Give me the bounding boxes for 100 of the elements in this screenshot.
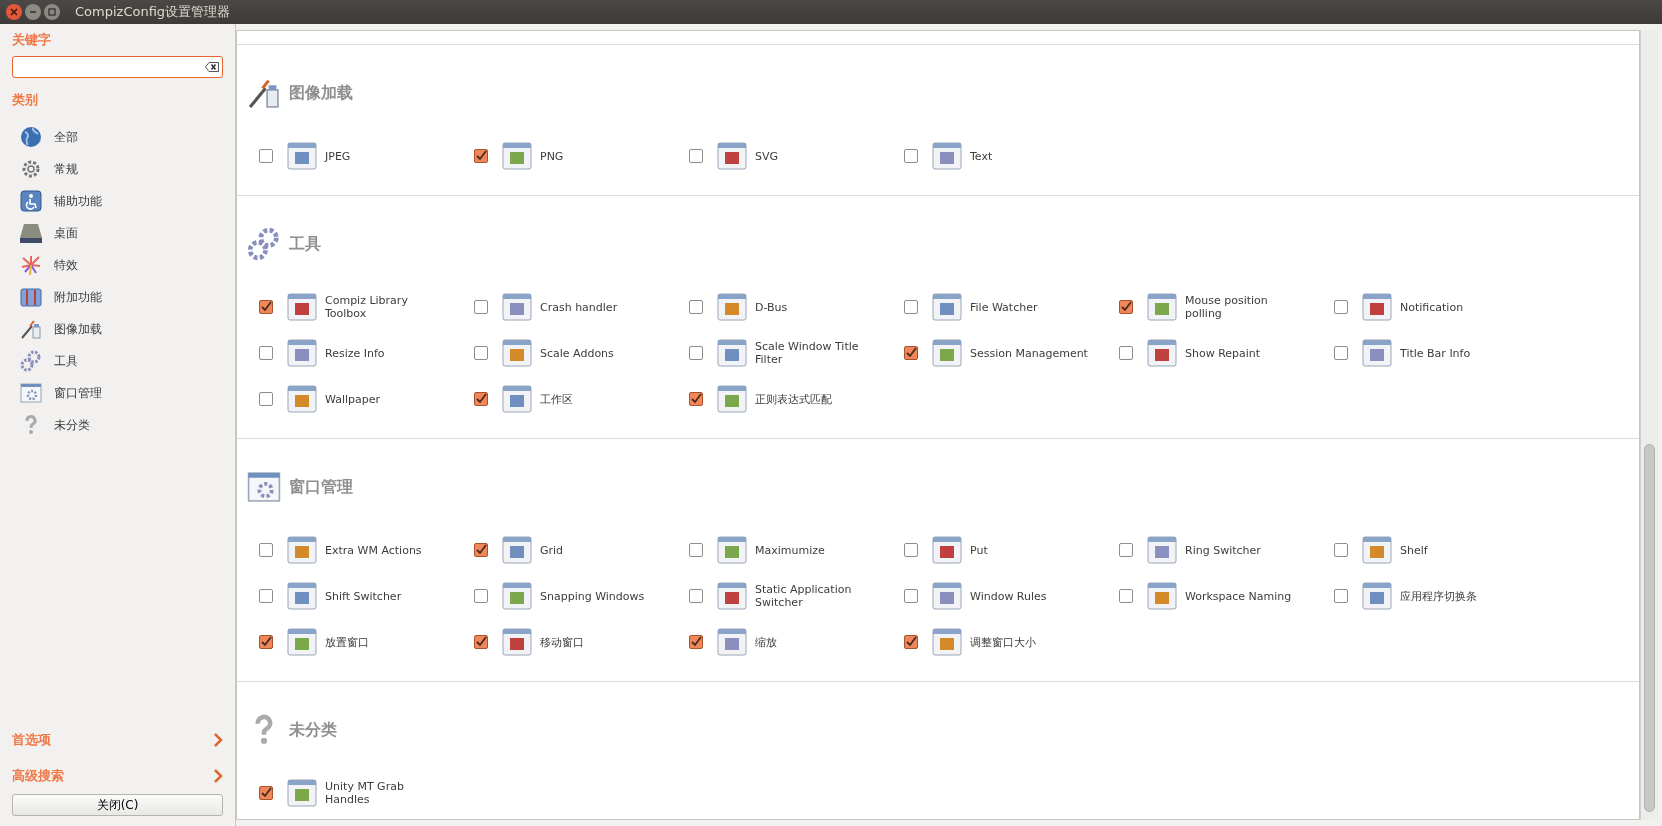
category-item[interactable]: 窗口管理 <box>54 384 102 402</box>
plugin-window-icon <box>1147 292 1177 322</box>
plugin-window-icon <box>717 384 747 414</box>
scrollbar-thumb[interactable] <box>1644 444 1655 812</box>
category-item[interactable]: 附加功能 <box>54 288 102 306</box>
checkbox[interactable] <box>259 543 273 557</box>
plugin-window-icon <box>287 292 317 322</box>
clear-icon[interactable] <box>205 61 219 72</box>
plugin-window-icon <box>717 141 747 171</box>
checkbox[interactable] <box>689 589 703 603</box>
plugin-label: 工作区 <box>540 392 573 406</box>
search-field[interactable] <box>12 55 223 78</box>
checkbox[interactable] <box>474 635 488 649</box>
scrollbar[interactable] <box>1640 30 1658 820</box>
plugin-window-icon <box>1362 292 1392 322</box>
checkbox[interactable] <box>689 300 703 314</box>
plugin-label: Session Management <box>970 346 1088 360</box>
plugin-label: Shift Switcher <box>325 589 402 603</box>
category-item[interactable]: 辅助功能 <box>54 192 102 210</box>
checkbox[interactable] <box>259 300 273 314</box>
plugin-label: 正则表达式匹配 <box>755 392 832 406</box>
plugin-label: D-Bus <box>755 300 788 314</box>
checkbox[interactable] <box>474 300 488 314</box>
plugin-label: Extra WM Actions <box>325 543 422 557</box>
chevron-icon[interactable] <box>213 733 223 747</box>
checkbox[interactable] <box>259 346 273 360</box>
checkbox[interactable] <box>1334 589 1348 603</box>
checkbox[interactable] <box>259 786 273 800</box>
category-item[interactable]: 桌面 <box>54 224 78 242</box>
checkbox[interactable] <box>259 635 273 649</box>
checkbox[interactable] <box>904 635 918 649</box>
plugin-window-icon <box>932 581 962 611</box>
checkbox[interactable] <box>474 346 488 360</box>
plugin-window-icon <box>932 141 962 171</box>
maximize-icon <box>48 8 56 16</box>
checkbox[interactable] <box>689 149 703 163</box>
category-item[interactable]: 常规 <box>54 160 78 178</box>
globe-icon <box>20 126 42 148</box>
checkbox[interactable] <box>1119 300 1133 314</box>
checkbox[interactable] <box>474 543 488 557</box>
checkbox[interactable] <box>689 392 703 406</box>
close-icon <box>10 8 18 16</box>
section-title: 未分类 <box>289 719 337 741</box>
maximize-button[interactable] <box>44 4 60 20</box>
checkbox[interactable] <box>474 149 488 163</box>
gears-icon <box>20 350 42 372</box>
checkbox[interactable] <box>1119 589 1133 603</box>
plugin-window-icon <box>502 141 532 171</box>
window-gear-icon <box>20 382 42 404</box>
plugin-label: 应用程序切换条 <box>1400 589 1477 603</box>
checkbox[interactable] <box>904 149 918 163</box>
category-item[interactable]: 图像加载 <box>54 320 102 338</box>
plugin-window-icon <box>1362 338 1392 368</box>
gears-icon <box>247 227 281 261</box>
checkbox[interactable] <box>474 392 488 406</box>
category-item[interactable]: 全部 <box>54 128 78 146</box>
plugin-label: Window Rules <box>970 589 1047 603</box>
plugin-window-icon <box>717 338 747 368</box>
checkbox[interactable] <box>1334 346 1348 360</box>
checkbox[interactable] <box>1119 346 1133 360</box>
plugin-label: Mouse position polling <box>1185 294 1269 320</box>
plugin-window-icon <box>502 384 532 414</box>
plugin-window-icon <box>717 535 747 565</box>
keyword-label: 关键字 <box>12 32 51 47</box>
minimize-icon <box>29 11 37 13</box>
chevron-icon[interactable] <box>213 769 223 783</box>
category-item[interactable]: 特效 <box>54 256 78 274</box>
plugin-window-icon <box>1147 338 1177 368</box>
checkbox[interactable] <box>1334 300 1348 314</box>
plugin-label: Workspace Naming <box>1185 589 1292 603</box>
plugin-label: SVG <box>755 149 779 163</box>
plugin-label: 调整窗口大小 <box>970 635 1036 649</box>
checkbox[interactable] <box>904 589 918 603</box>
plugin-window-icon <box>287 141 317 171</box>
close-button[interactable] <box>6 4 22 20</box>
checkbox[interactable] <box>259 149 273 163</box>
plugin-label: Resize Info <box>325 346 385 360</box>
category-label: 类别 <box>12 91 38 107</box>
category-item[interactable]: 未分类 <box>54 416 90 434</box>
window-gear-icon <box>247 470 281 504</box>
checkbox[interactable] <box>904 300 918 314</box>
checkbox[interactable] <box>1334 543 1348 557</box>
checkbox[interactable] <box>904 346 918 360</box>
minimize-button[interactable] <box>25 4 41 20</box>
category-item[interactable]: 工具 <box>54 352 78 370</box>
checkbox[interactable] <box>259 392 273 406</box>
plugin-window-icon <box>1362 581 1392 611</box>
checkbox[interactable] <box>689 635 703 649</box>
close-button[interactable]: 关闭(C) <box>12 794 223 816</box>
plugin-window-icon <box>717 581 747 611</box>
section-title: 工具 <box>289 233 321 255</box>
plugin-window-icon <box>502 535 532 565</box>
plugin-window-icon <box>502 338 532 368</box>
checkbox[interactable] <box>1119 543 1133 557</box>
checkbox[interactable] <box>259 589 273 603</box>
checkbox[interactable] <box>904 543 918 557</box>
checkbox[interactable] <box>474 589 488 603</box>
checkbox[interactable] <box>689 346 703 360</box>
checkbox[interactable] <box>689 543 703 557</box>
plugin-window-icon <box>932 292 962 322</box>
